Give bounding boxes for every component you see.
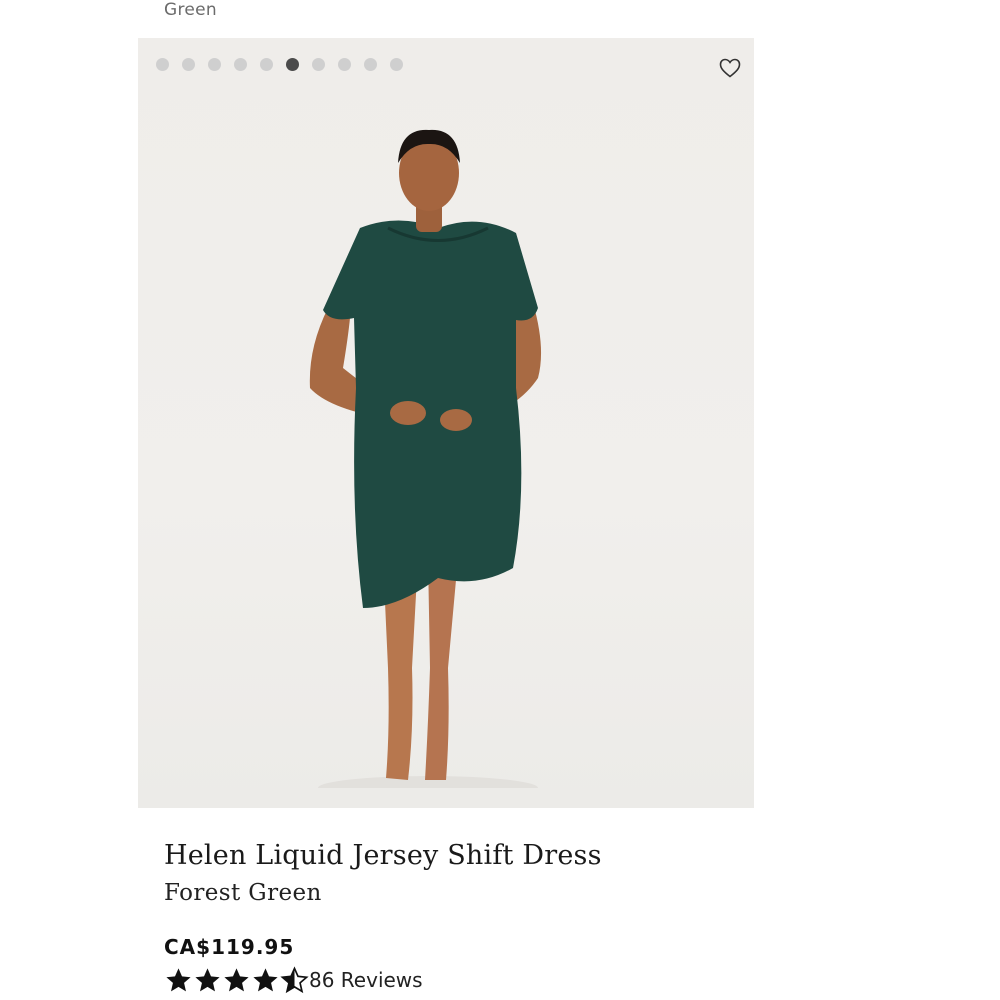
- carousel-dot[interactable]: [312, 58, 325, 71]
- carousel-dot[interactable]: [208, 58, 221, 71]
- carousel-dot[interactable]: [364, 58, 377, 71]
- previous-card-color-label: Green: [164, 0, 217, 20]
- product-price: CA$119.95: [164, 935, 295, 959]
- product-image-carousel[interactable]: [138, 38, 754, 808]
- star-full-icon: [224, 967, 249, 991]
- reviews-link[interactable]: 86 Reviews: [309, 968, 423, 992]
- star-full-icon: [253, 967, 278, 991]
- carousel-dot[interactable]: [390, 58, 403, 71]
- carousel-dot-active[interactable]: [286, 58, 299, 71]
- product-color-name: Forest Green: [164, 880, 322, 906]
- carousel-dot[interactable]: [182, 58, 195, 71]
- carousel-pagination: [156, 58, 403, 71]
- carousel-dot[interactable]: [260, 58, 273, 71]
- carousel-dot[interactable]: [156, 58, 169, 71]
- star-full-icon: [166, 967, 191, 991]
- product-card-page: Green Helen Liquid Jersey Shift Dress Fo…: [0, 0, 1000, 1000]
- heart-outline-icon[interactable]: [718, 56, 742, 80]
- rating-stars: [164, 965, 309, 995]
- product-photo-model: [309, 129, 542, 788]
- product-rating[interactable]: 86 Reviews: [164, 965, 423, 995]
- carousel-dot[interactable]: [338, 58, 351, 71]
- product-title[interactable]: Helen Liquid Jersey Shift Dress: [164, 840, 602, 871]
- star-full-icon: [195, 967, 220, 991]
- carousel-dot[interactable]: [234, 58, 247, 71]
- star-half-icon: [280, 965, 309, 993]
